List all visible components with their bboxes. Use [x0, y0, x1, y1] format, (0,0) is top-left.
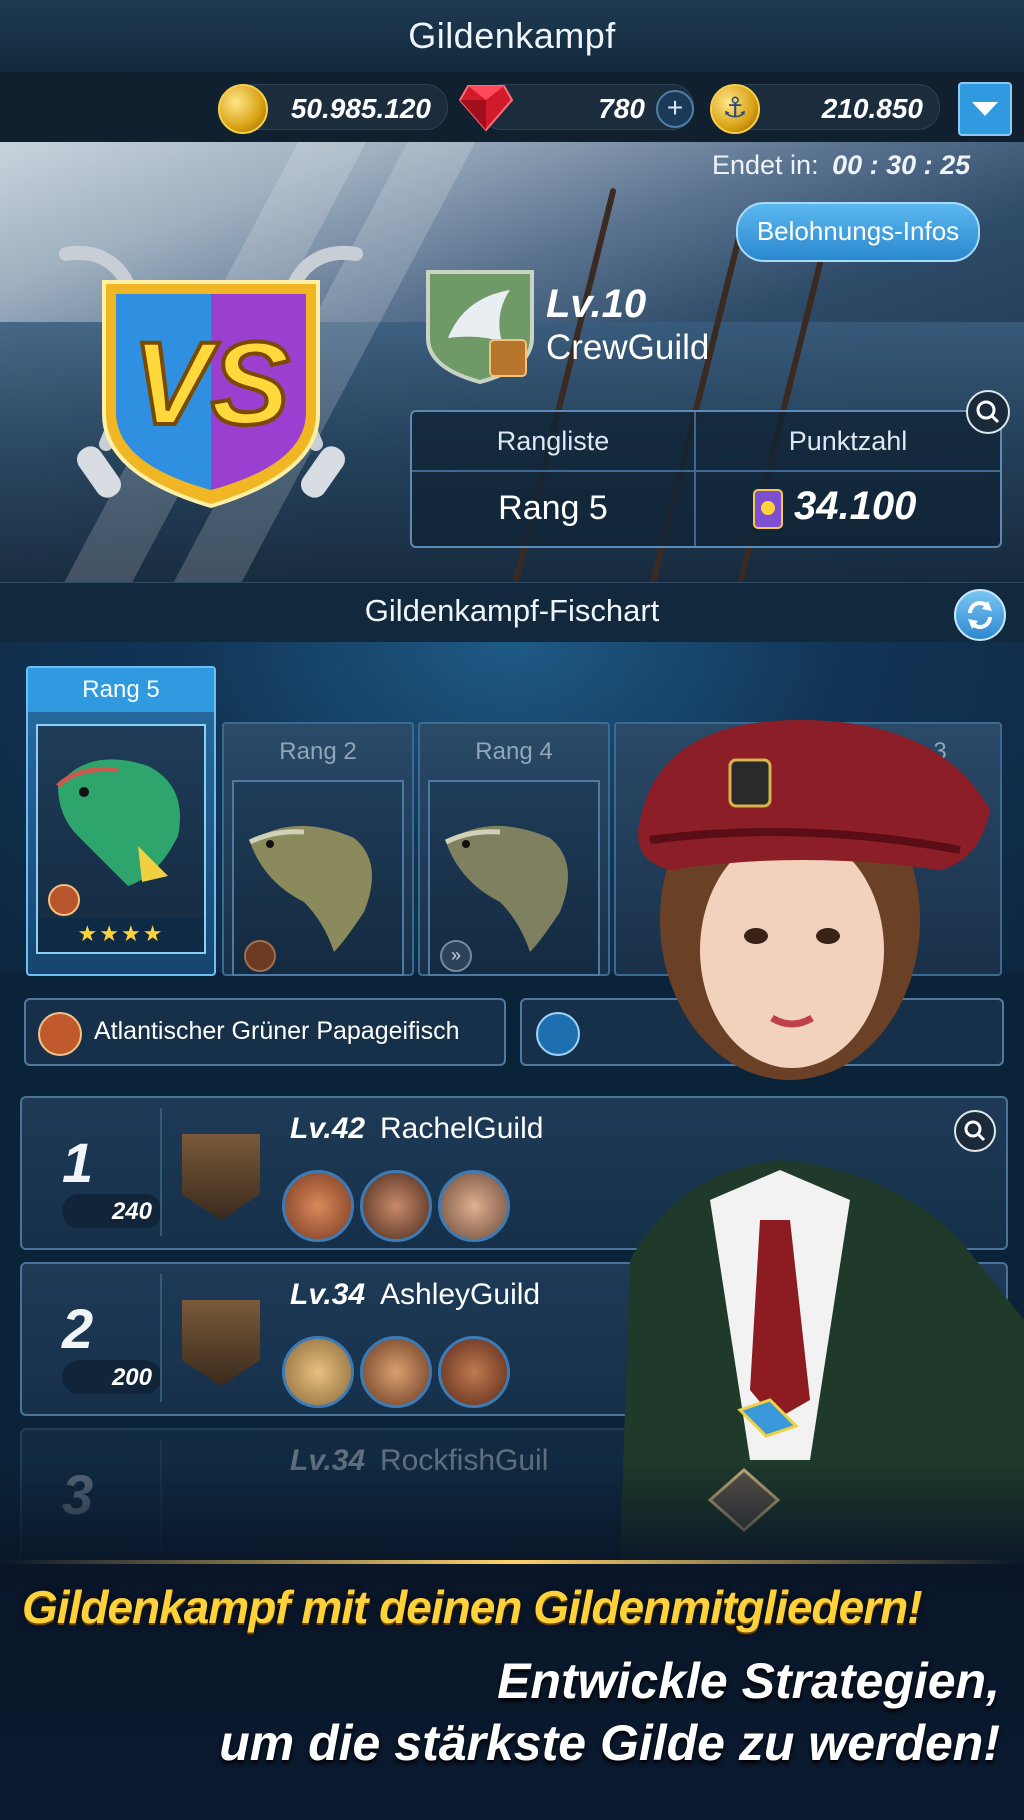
refresh-icon [968, 601, 992, 629]
ruby-gem-icon [458, 85, 514, 132]
selected-fish-label: Atlantischer Grüner Papageifisch [94, 1017, 460, 1045]
guild-emblem-icon [426, 270, 534, 384]
guild-points-value: 240 [111, 1198, 152, 1225]
guild-name: CrewGuild [546, 328, 710, 367]
fish-image-frame: ★★★★ [36, 724, 206, 954]
guild-points: 200 [62, 1360, 162, 1394]
countdown-value: 00 : 30 : 25 [832, 150, 971, 180]
guild-points-value: 200 [111, 1364, 152, 1391]
currency-bar: 50.985.120 780 + 210.850 ⚓ [0, 72, 1024, 142]
guild-name: AshleyGuild [380, 1278, 541, 1311]
dropdown-button[interactable] [958, 82, 1012, 136]
fish-card-selected[interactable]: Rang 5 ★★★★ [26, 666, 216, 976]
fish-card-rank: Rang 2 [279, 738, 357, 765]
add-gems-button[interactable]: + [656, 90, 694, 128]
forward-icon: » [440, 940, 472, 972]
fist-icon [48, 884, 80, 916]
gold-value: 50.985.120 [290, 93, 431, 124]
light-streak [0, 1560, 1024, 1564]
anchor-coin-icon: ⚓ [710, 84, 760, 134]
fish-card[interactable]: Rang 2 [222, 722, 414, 976]
avatar[interactable] [282, 1170, 354, 1242]
countdown: Endet in: 00 : 30 : 25 [712, 150, 970, 181]
fish-section-title: Gildenkampf-Fischart [364, 593, 660, 628]
promo-subline: Entwickle Strategien, um die stärkste Gi… [219, 1650, 1000, 1774]
fish-filter[interactable]: Atlantischer Grüner Papageifisch [24, 998, 506, 1066]
guild-points: 240 [62, 1194, 162, 1228]
rank-value: Rang 5 [498, 489, 608, 527]
score-header: Punktzahl [788, 426, 908, 456]
guild-level: Lv.42 [290, 1112, 366, 1145]
fish-card-rank: Rang 5 [28, 668, 214, 712]
guild-rank: 1 [62, 1131, 94, 1194]
guild-rank: 2 [62, 1297, 94, 1360]
vs-emblem-icon: VS [59, 245, 363, 509]
stats-divider [694, 412, 696, 546]
promo-line-2: Entwickle Strategien, [497, 1653, 1000, 1709]
promo-headline: Gildenkampf mit deinen Gildenmitgliedern… [22, 1581, 923, 1633]
row-divider [160, 1274, 162, 1402]
reward-info-button[interactable]: Belohnungs-Infos [736, 202, 980, 262]
guild-emblem-icon [182, 1134, 260, 1220]
avatar[interactable] [438, 1336, 510, 1408]
anchor-value: 210.850 [821, 93, 923, 124]
avatar[interactable] [438, 1170, 510, 1242]
row-divider [160, 1108, 162, 1236]
avatar[interactable] [360, 1170, 432, 1242]
gold-coin-icon [218, 84, 268, 134]
fist-icon [38, 1012, 82, 1056]
character-illustration [620, 720, 1024, 1560]
guild-stats-panel: Rangliste Punktzahl Rang 5 34.100 [410, 410, 1002, 548]
page-title: Gildenkampf [408, 15, 616, 56]
svg-text:VS: VS [132, 318, 289, 450]
search-icon [976, 400, 1000, 424]
guild-name: RachelGuild [380, 1112, 544, 1145]
fish-section-header: Gildenkampf-Fischart [0, 582, 1024, 644]
refresh-button[interactable] [954, 589, 1006, 641]
title-bar: Gildenkampf [0, 0, 1024, 74]
avatar[interactable] [360, 1336, 432, 1408]
guild-level: Lv.10 [546, 282, 647, 326]
gem-value: 780 [598, 93, 645, 124]
fish-image-frame [232, 780, 404, 976]
parrotfish-image [56, 759, 180, 886]
score-value: 34.100 [794, 484, 917, 528]
score-flag-icon [753, 489, 783, 529]
rank-header: Rangliste [496, 426, 610, 456]
chevron-down-icon [972, 102, 998, 116]
guild-search-button[interactable] [966, 390, 1010, 434]
avatar[interactable] [282, 1336, 354, 1408]
guild-emblem-icon [182, 1300, 260, 1386]
fish-stars: ★★★★ [38, 918, 204, 950]
fist-icon [244, 940, 276, 972]
promo-line-3: um die stärkste Gilde zu werden! [219, 1715, 1000, 1771]
guild-level: Lv.34 [290, 1278, 366, 1311]
countdown-label: Endet in: [712, 150, 819, 180]
